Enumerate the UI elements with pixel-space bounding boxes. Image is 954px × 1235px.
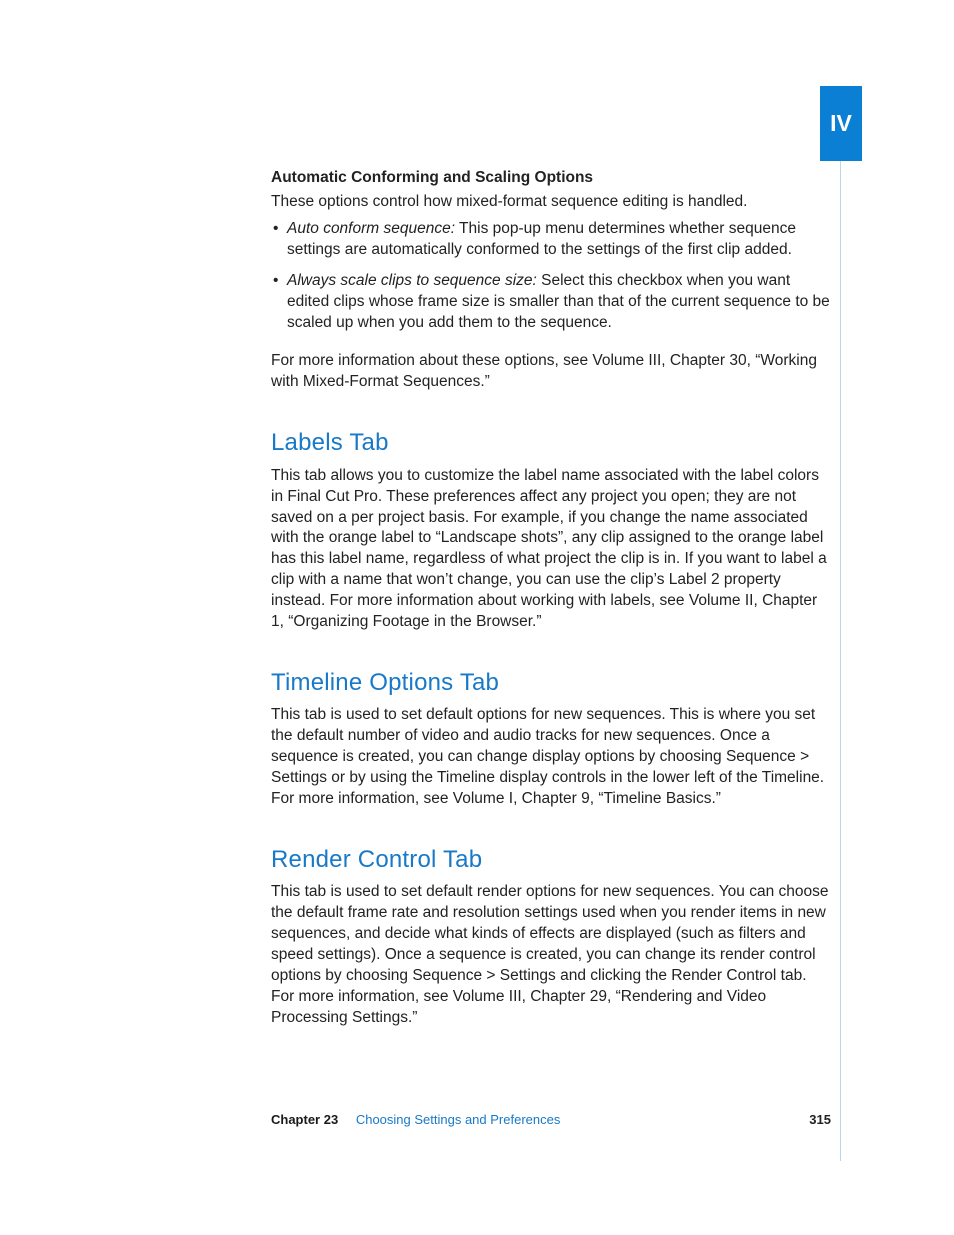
vertical-rule <box>840 161 841 1161</box>
options-list: Auto conform sequence: This pop-up menu … <box>271 219 831 334</box>
section-heading: Timeline Options Tab <box>271 667 831 699</box>
list-item: Always scale clips to sequence size: Sel… <box>271 271 831 334</box>
intro-text: These options control how mixed-format s… <box>271 192 831 213</box>
section-heading: Render Control Tab <box>271 844 831 876</box>
section-render-control-tab: Render Control Tab This tab is used to s… <box>271 844 831 1029</box>
page-footer: Chapter 23 Choosing Settings and Prefere… <box>271 1112 831 1127</box>
chapter-number: Chapter 23 <box>271 1112 338 1127</box>
part-tab: IV <box>820 86 862 161</box>
section-auto-conform: Automatic Conforming and Scaling Options… <box>271 168 831 393</box>
chapter-title: Choosing Settings and Preferences <box>356 1112 561 1127</box>
section-heading: Labels Tab <box>271 427 831 459</box>
page-number: 315 <box>809 1112 831 1127</box>
section-body: This tab is used to set default render o… <box>271 882 831 1028</box>
subheading: Automatic Conforming and Scaling Options <box>271 168 831 189</box>
page: IV Automatic Conforming and Scaling Opti… <box>0 0 954 1235</box>
section-body: This tab is used to set default options … <box>271 705 831 810</box>
option-term: Always scale clips to sequence size: <box>287 272 537 289</box>
section-timeline-options-tab: Timeline Options Tab This tab is used to… <box>271 667 831 810</box>
section-labels-tab: Labels Tab This tab allows you to custom… <box>271 427 831 633</box>
content-area: Automatic Conforming and Scaling Options… <box>271 168 831 1029</box>
option-term: Auto conform sequence: <box>287 220 455 237</box>
section-body: This tab allows you to customize the lab… <box>271 466 831 633</box>
footer-left: Chapter 23 Choosing Settings and Prefere… <box>271 1112 560 1127</box>
list-item: Auto conform sequence: This pop-up menu … <box>271 219 831 261</box>
more-info-text: For more information about these options… <box>271 351 831 393</box>
